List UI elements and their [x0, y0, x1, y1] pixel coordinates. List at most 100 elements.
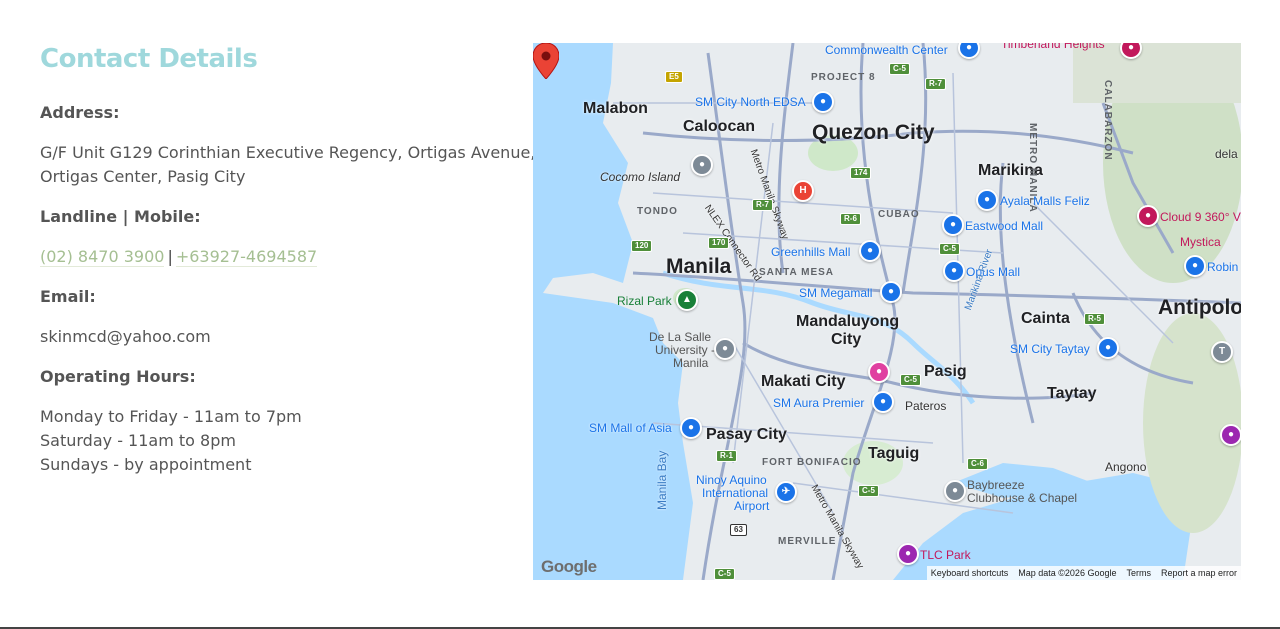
purple-marker-icon[interactable]: ● [897, 543, 919, 565]
hours-label: Operating Hours: [40, 367, 196, 386]
road-shield: C-6 [967, 458, 988, 470]
road-shield: C-5 [889, 63, 910, 75]
map-area-calabarzon: CALABARZON [1102, 80, 1113, 161]
hours-sunday: Sundays - by appointment [40, 455, 252, 474]
airport-icon[interactable]: ✈ [775, 481, 797, 503]
map-label-cainta: Cainta [1021, 310, 1070, 327]
road-shield: E5 [665, 71, 683, 83]
pink-marker-icon[interactable]: ● [868, 361, 890, 383]
shopping-bag-icon[interactable]: ● [872, 391, 894, 413]
map-poi-greenhills[interactable]: Greenhills Mall [771, 245, 850, 259]
shopping-bag-icon[interactable]: ● [680, 417, 702, 439]
map-label-angono: Angono [1105, 460, 1147, 474]
map-label-mandaluyong: Mandaluyong [796, 313, 900, 330]
map-area-dela: dela [1215, 147, 1238, 161]
map-label-malabon: Malabon [583, 100, 648, 117]
landline-link[interactable]: (02) 8470 3900 [40, 247, 165, 267]
shopping-bag-icon[interactable]: ● [880, 281, 902, 303]
embedded-map[interactable]: Quezon City Manila Antipolo Mandaluyong … [533, 43, 1241, 580]
tree-icon[interactable]: ▲ [676, 289, 698, 311]
shopping-bag-icon[interactable]: ● [1097, 337, 1119, 359]
map-poi-eastwood[interactable]: Eastwood Mall [965, 219, 1043, 233]
road-shield: R-6 [840, 213, 861, 225]
report-map-error-link[interactable]: Report a map error [1161, 568, 1237, 578]
shopping-bag-icon[interactable]: ● [943, 260, 965, 282]
map-poi-ayala-feliz[interactable]: Ayala Malls Feliz [1000, 194, 1090, 208]
landmark-icon[interactable]: T [1211, 341, 1233, 363]
map-label-cocomo-island: Cocomo Island [600, 170, 681, 184]
road-shield: C-5 [900, 374, 921, 386]
shopping-bag-icon[interactable]: ● [942, 214, 964, 236]
road-shield: C-5 [714, 568, 735, 580]
road-shield: 174 [850, 167, 872, 179]
road-shield: R-1 [716, 450, 737, 462]
shopping-bag-icon[interactable]: ● [976, 189, 998, 211]
map-area-merville: MERVILLE [778, 536, 837, 547]
map-poi-sm-north[interactable]: SM City North EDSA [695, 95, 806, 109]
phone-numbers: (02) 8470 3900 | +63927-4694587 [40, 245, 510, 269]
map-area-santa-mesa: SANTA MESA [759, 267, 834, 278]
map-area-project8: PROJECT 8 [811, 72, 876, 83]
road-shield: C-5 [939, 243, 960, 255]
map-poi-megamall[interactable]: SM Megamall [799, 286, 872, 300]
phone-label: Landline | Mobile: [40, 207, 201, 226]
hours-weekdays: Monday to Friday - 11am to 7pm [40, 407, 302, 426]
map-poi-naia-3: Airport [734, 499, 770, 513]
map-poi-robins[interactable]: Robin [1207, 260, 1238, 274]
map-area-fort-bonifacio: FORT BONIFACIO [762, 457, 862, 468]
map-label-manila: Manila [666, 255, 732, 278]
map-label-caloocan: Caloocan [683, 118, 756, 135]
map-label-pasay: Pasay City [706, 426, 787, 443]
address-label: Address: [40, 103, 120, 122]
pink-marker-icon[interactable]: ● [1137, 205, 1159, 227]
purple-marker-icon[interactable]: ● [1220, 424, 1241, 446]
map-poi-naia-1[interactable]: Ninoy Aquino [696, 473, 767, 487]
map-label-antipolo: Antipolo [1158, 296, 1241, 319]
map-poi-commonwealth[interactable]: Commonwealth Center [825, 43, 948, 57]
contact-details-section: Contact Details Address: G/F Unit G129 C… [40, 40, 536, 493]
map-label-taguig: Taguig [868, 445, 920, 462]
hours-text: Monday to Friday - 11am to 7pm Saturday … [40, 405, 510, 477]
map-poi-naia-2: International [702, 486, 769, 500]
map-area-tondo: TONDO [637, 206, 678, 217]
road-shield: 63 [730, 524, 747, 536]
google-logo[interactable]: Google [541, 557, 597, 577]
landmark-icon[interactable]: ● [944, 480, 966, 502]
shopping-bag-icon[interactable]: ● [812, 91, 834, 113]
contact-title: Contact Details [40, 44, 258, 74]
landmark-icon[interactable]: ● [691, 154, 713, 176]
road-shield: C-5 [858, 485, 879, 497]
map-poi-rizal-park[interactable]: Rizal Park [617, 294, 672, 308]
map-label-quezon-city: Quezon City [812, 121, 935, 144]
map-poi-timberland[interactable]: Timberland Heights [1001, 43, 1105, 51]
school-icon[interactable]: ● [714, 338, 736, 360]
address-line-2: Ortigas Center, Pasig City [40, 167, 246, 186]
map-data-attribution: Map data ©2026 Google [1018, 568, 1117, 578]
map-poi-sm-aura[interactable]: SM Aura Premier [773, 396, 864, 410]
map-poi-baybreeze-2: Clubhouse & Chapel [967, 491, 1078, 505]
road-shield: R-5 [1084, 313, 1105, 325]
shopping-bag-icon[interactable]: ● [859, 240, 881, 262]
shopping-bag-icon[interactable]: ● [1184, 255, 1206, 277]
map-poi-tlc-park[interactable]: TLC Park [920, 548, 971, 562]
map-poi-sm-taytay[interactable]: SM City Taytay [1010, 342, 1090, 356]
map-area-cubao: CUBAO [878, 209, 920, 220]
keyboard-shortcuts-link[interactable]: Keyboard shortcuts [931, 568, 1009, 578]
phone-separator: | [167, 247, 173, 266]
mobile-link[interactable]: +63927-4694587 [175, 247, 318, 267]
road-shield: R-7 [925, 78, 946, 90]
terms-link[interactable]: Terms [1126, 568, 1151, 578]
map-poi-mystica[interactable]: Mystica [1180, 235, 1221, 249]
map-label-pateros: Pateros [905, 399, 947, 413]
map-footer: Keyboard shortcuts Map data ©2026 Google… [926, 566, 1241, 580]
address-line-1: G/F Unit G129 Corinthian Executive Regen… [40, 143, 536, 162]
map-poi-moa[interactable]: SM Mall of Asia [589, 421, 672, 435]
location-pin-icon[interactable] [533, 43, 559, 79]
hospital-icon[interactable]: H [792, 180, 814, 202]
map-label-pasig: Pasig [924, 363, 967, 380]
map-label-taytay: Taytay [1047, 385, 1097, 402]
road-shield: 120 [631, 240, 653, 252]
map-poi-cloud9[interactable]: Cloud 9 360° V [1160, 210, 1241, 224]
email-label: Email: [40, 287, 96, 306]
email-text: skinmcd@yahoo.com [40, 327, 211, 346]
